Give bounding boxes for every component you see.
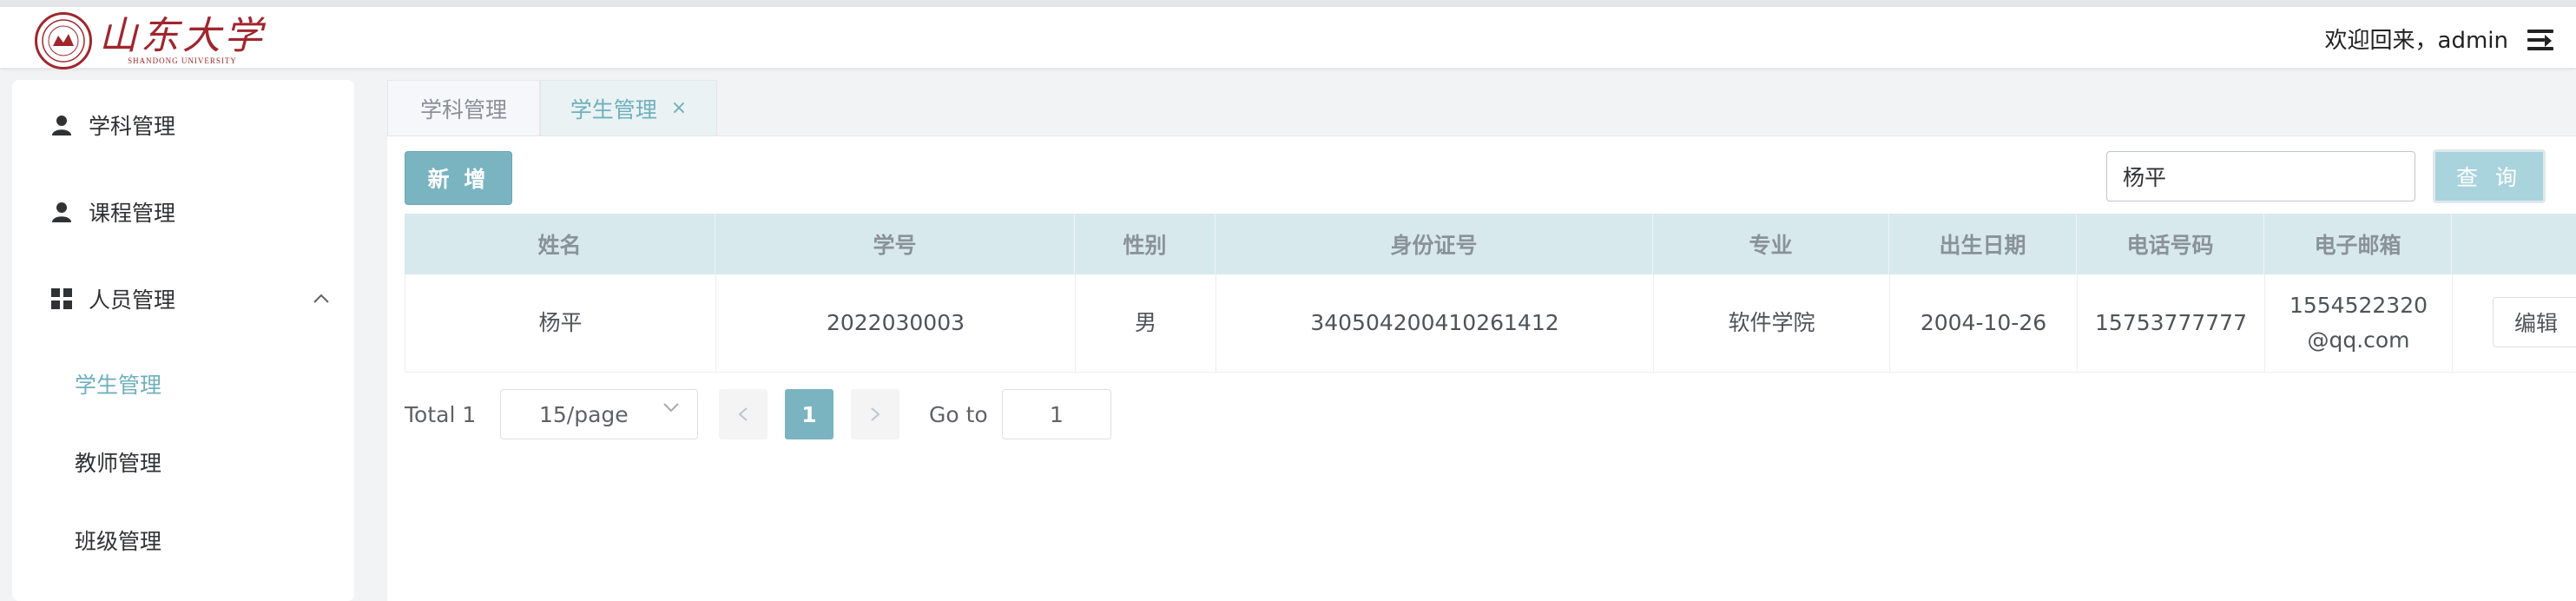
- column-header: 电话号码: [2077, 214, 2264, 274]
- cell-gender: 男: [1076, 274, 1216, 372]
- sidebar-subitem-label: 班级管理: [75, 529, 162, 554]
- grid-icon: [51, 288, 72, 309]
- chevron-right-icon: [871, 407, 880, 421]
- pagination-total: Total 1: [405, 402, 477, 427]
- table-row: 杨平 2022030003 男 340504200410261412 软件学院 …: [405, 274, 2576, 373]
- page-size-value: 15/page: [539, 401, 629, 427]
- cell-major: 软件学院: [1654, 274, 1890, 372]
- cell-id-card: 340504200410261412: [1216, 274, 1654, 372]
- user-icon: [52, 202, 71, 222]
- sidebar-item-label: 课程管理: [89, 201, 176, 226]
- goto-page-input[interactable]: [1002, 389, 1111, 439]
- goto-label: Go to: [929, 402, 988, 427]
- prev-page-button[interactable]: [719, 389, 768, 439]
- chevron-up-icon[interactable]: [313, 294, 330, 304]
- page-size-select[interactable]: 15/page: [500, 389, 698, 439]
- column-header: 身份证号: [1216, 214, 1653, 274]
- main-content: 学科管理 学生管理 × 新 增 查 询 姓名 学号 性别 身份证号 专业 出生日…: [387, 80, 2576, 601]
- cell-phone: 15753777777: [2078, 274, 2265, 372]
- seal-emblem-icon: [42, 19, 85, 63]
- pagination: Total 1 15/page 1 Go to: [405, 389, 1186, 441]
- menu-fold-icon[interactable]: [2527, 30, 2553, 52]
- search-input[interactable]: [2106, 151, 2415, 201]
- next-page-button[interactable]: [851, 389, 899, 439]
- welcome-text: 欢迎回来，admin: [2324, 28, 2508, 54]
- tab-label: 学科管理: [419, 96, 507, 122]
- column-header: 学号: [715, 214, 1075, 274]
- email-line: @qq.com: [2307, 327, 2410, 353]
- table-header: 姓名 学号 性别 身份证号 专业 出生日期 电话号码 电子邮箱: [405, 214, 2576, 274]
- tab-bar: 学科管理 学生管理 ×: [387, 80, 2576, 136]
- cell-birth-date: 2004-10-26: [1890, 274, 2078, 372]
- tab-subject[interactable]: 学科管理: [387, 80, 540, 135]
- close-icon[interactable]: ×: [671, 97, 687, 119]
- seal-icon: [35, 12, 92, 69]
- column-header-actions: [2452, 214, 2576, 274]
- user-icon: [52, 116, 71, 135]
- sidebar: 学科管理 课程管理 人员管理 学生管理 教师管理 班级管理: [12, 80, 354, 601]
- column-header: 出生日期: [1889, 214, 2077, 274]
- column-header: 专业: [1653, 214, 1889, 274]
- sidebar-item-course[interactable]: 课程管理: [12, 177, 354, 247]
- cell-email: 1554522320 @qq.com: [2265, 274, 2453, 372]
- column-header: 性别: [1075, 214, 1216, 274]
- cell-name: 杨平: [405, 274, 716, 372]
- email-line: 1554522320: [2289, 293, 2428, 318]
- page-number-current[interactable]: 1: [785, 389, 833, 439]
- sidebar-subitem-classes[interactable]: 班级管理: [12, 510, 354, 571]
- sidebar-item-label: 学科管理: [89, 114, 176, 139]
- tab-label: 学生管理: [570, 96, 657, 122]
- top-header: 山东大学 SHANDONG UNIVERSITY 欢迎回来，admin: [0, 0, 2576, 69]
- sidebar-item-personnel[interactable]: 人员管理: [12, 264, 354, 334]
- add-button[interactable]: 新 增: [405, 151, 512, 205]
- sidebar-item-label: 人员管理: [89, 287, 176, 313]
- logo-english-text: SHANDONG UNIVERSITY: [128, 56, 237, 65]
- university-logo: 山东大学 SHANDONG UNIVERSITY: [35, 12, 266, 69]
- column-header: 电子邮箱: [2264, 214, 2452, 274]
- sidebar-subitem-label: 教师管理: [75, 451, 162, 476]
- sidebar-item-subject[interactable]: 学科管理: [12, 90, 354, 160]
- sidebar-subitem-students[interactable]: 学生管理: [12, 353, 354, 414]
- column-header: 姓名: [405, 214, 715, 274]
- query-button[interactable]: 查 询: [2433, 149, 2546, 203]
- logo-chinese-text: 山东大学: [99, 14, 266, 58]
- cell-student-id: 2022030003: [716, 274, 1076, 372]
- chevron-left-icon: [738, 407, 748, 421]
- sidebar-subitem-label: 学生管理: [75, 373, 162, 398]
- chevron-down-icon: [663, 403, 679, 413]
- tab-students[interactable]: 学生管理 ×: [540, 80, 717, 135]
- edit-button[interactable]: 编辑: [2493, 297, 2576, 347]
- sidebar-subitem-teachers[interactable]: 教师管理: [12, 432, 354, 492]
